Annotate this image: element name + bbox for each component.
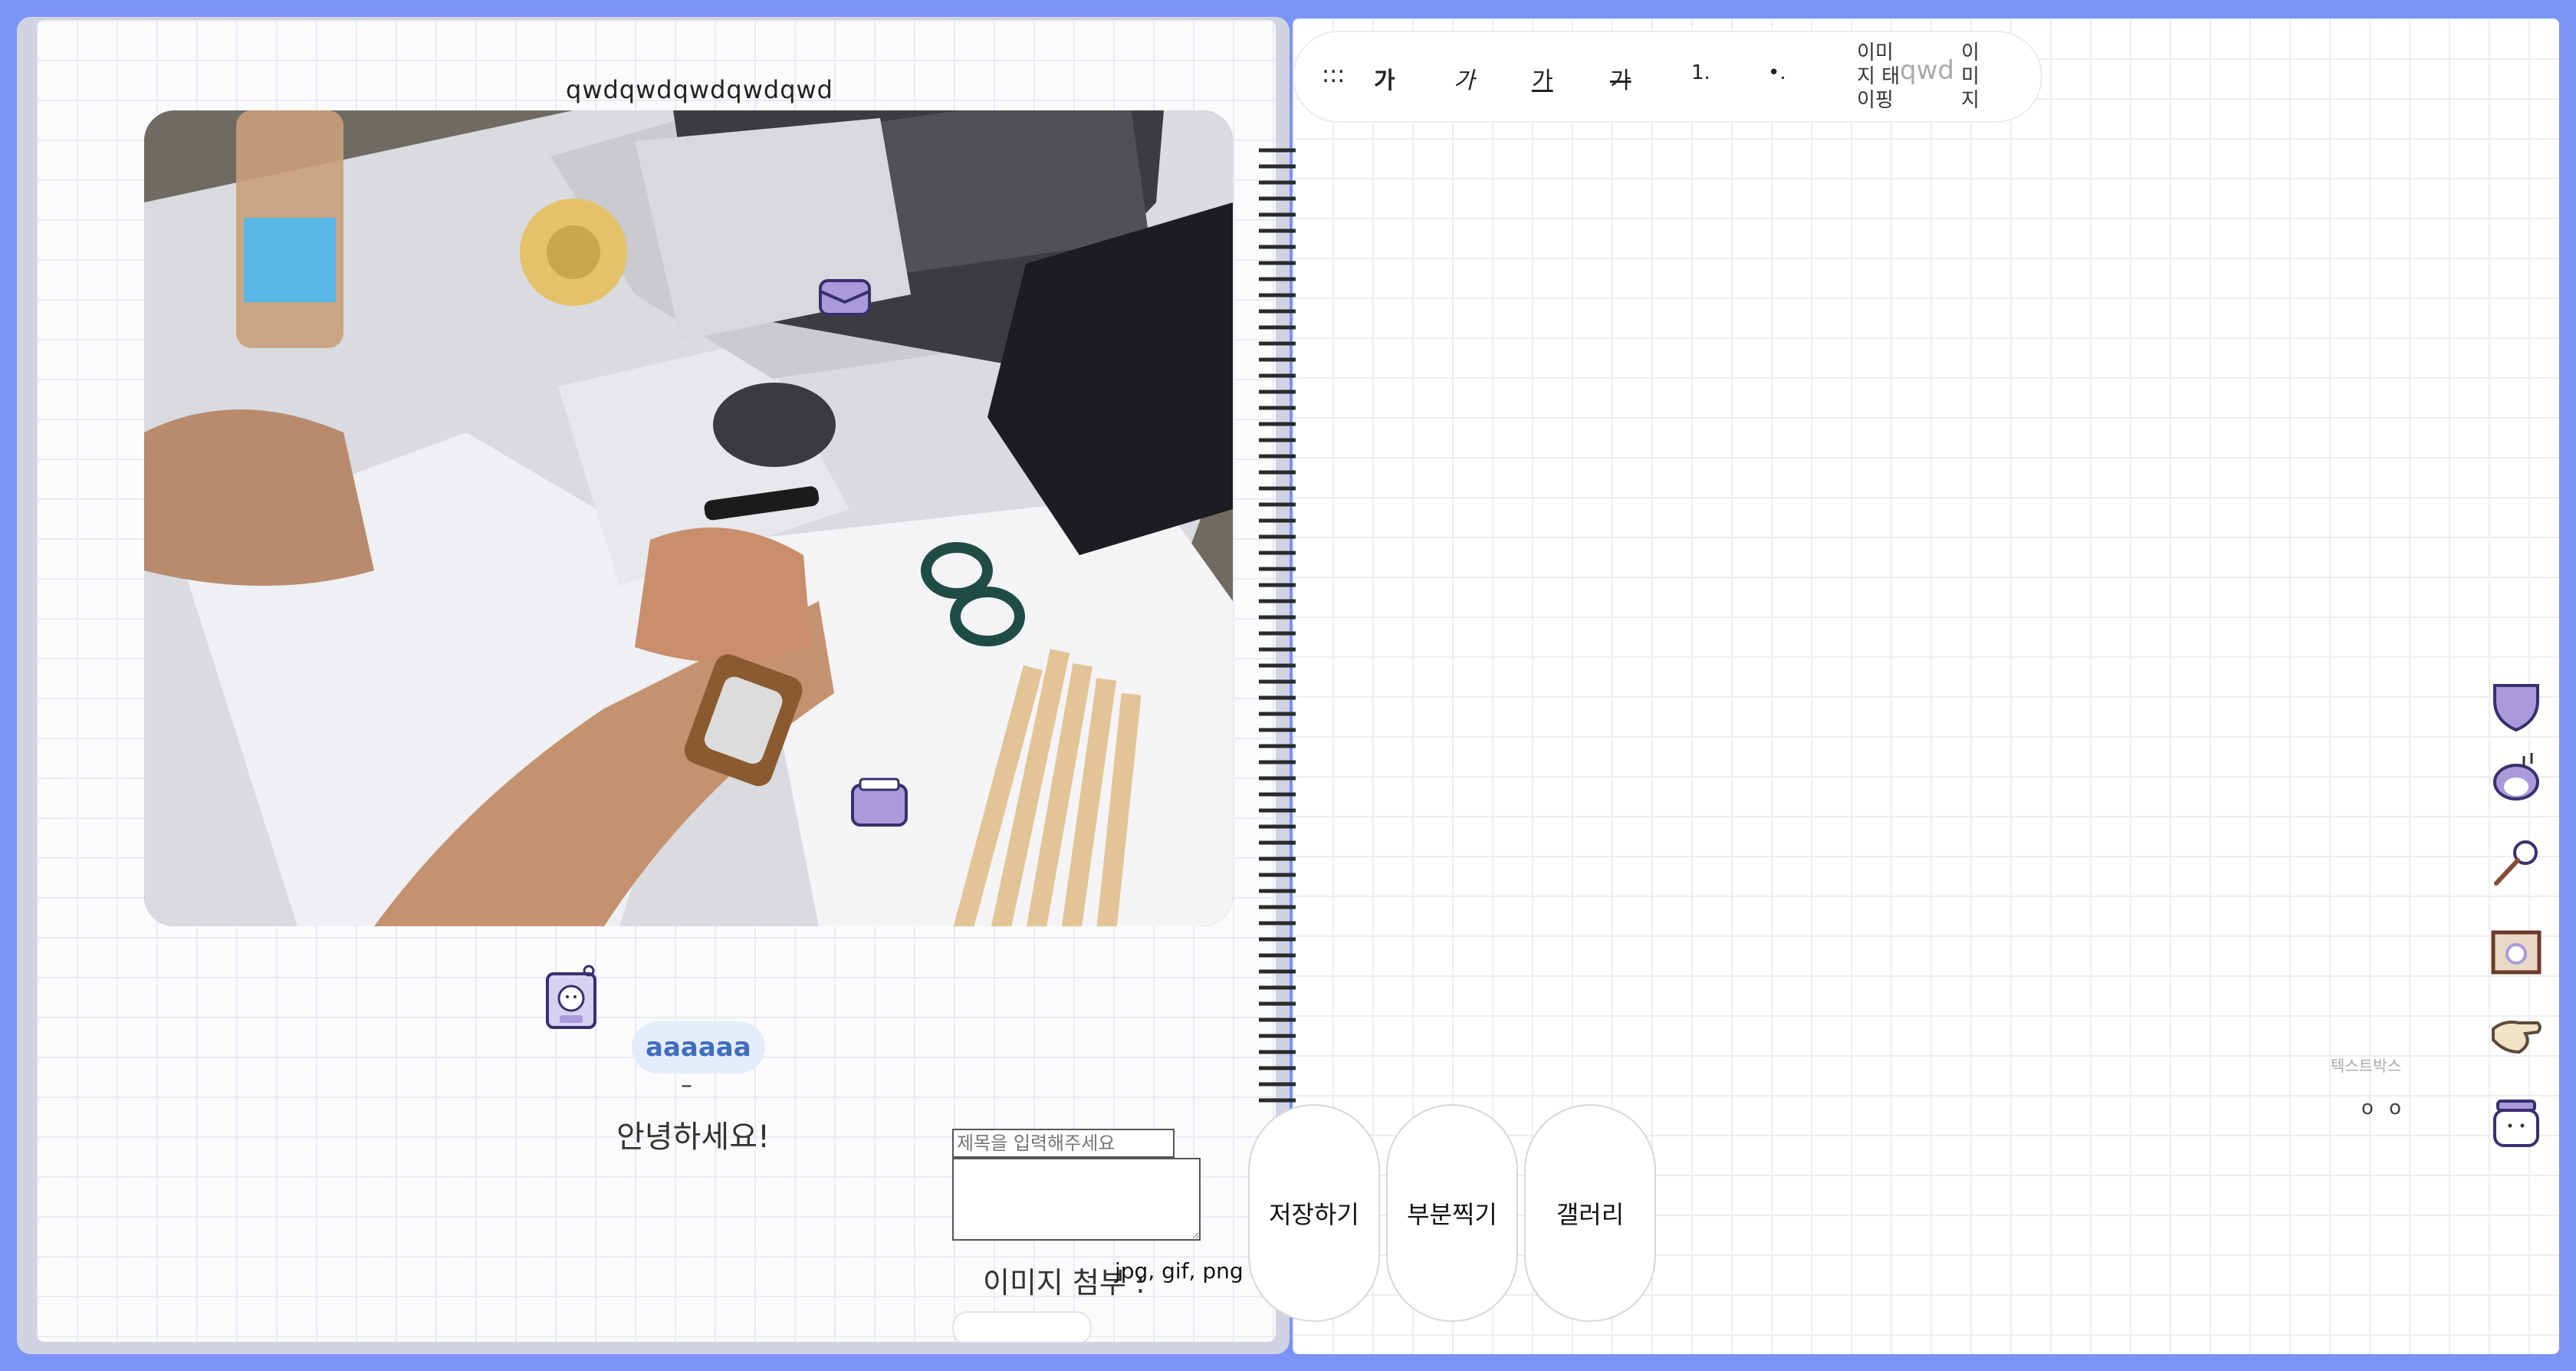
italic-button[interactable]: 가 <box>1454 61 1475 95</box>
greeting-text: 안녕하세요! <box>616 1119 770 1155</box>
body-textarea[interactable] <box>952 1158 1201 1241</box>
file-upload-button[interactable] <box>952 1311 1092 1342</box>
spiral-binding <box>1259 148 1296 1103</box>
music-cat-sticker-icon[interactable] <box>2489 748 2544 804</box>
textbox-handle[interactable]: o o <box>2361 1096 2406 1119</box>
bold-button[interactable]: 가 <box>1374 61 1395 95</box>
folder-sticker <box>851 778 908 827</box>
microphone-sticker-icon[interactable] <box>2489 836 2544 891</box>
save-button[interactable]: 저장하기 <box>1248 1104 1380 1322</box>
pointing-hand-sticker-icon[interactable] <box>2489 1006 2544 1061</box>
gallery-button[interactable]: 갤러리 <box>1524 1104 1656 1322</box>
diary-title: qwdqwdqwdqwdqwd <box>566 75 833 104</box>
sample-text: qwd <box>1900 55 1954 86</box>
profile-badge-icon <box>546 965 596 1029</box>
capture-button[interactable]: 부분찍기 <box>1386 1104 1518 1322</box>
image-tagging-button[interactable]: 이미지 태이핑 <box>1857 41 1903 113</box>
bullet-list-button[interactable]: •. <box>1768 61 1786 84</box>
strikethrough-button[interactable]: 가 <box>1610 61 1631 95</box>
drag-handle-icon[interactable]: ::: <box>1322 61 1345 88</box>
ordered-list-button[interactable]: 1. <box>1691 61 1710 84</box>
shield-sticker-icon[interactable] <box>2489 682 2544 738</box>
divider-dash: – <box>681 1072 692 1099</box>
text-format-toolbar: ::: 가 가 가 가 1. •. 이미지 태이핑 qwd 이미지 <box>1293 31 2042 123</box>
author-name: aaaaaa <box>632 1021 765 1073</box>
diary-photo <box>144 110 1233 926</box>
left-page: qwdqwdqwdqwdqwd aaaaaa – 안녕하세요! 제목을 입력해주… <box>37 20 1276 1342</box>
jar-sticker-icon[interactable] <box>2489 1095 2544 1150</box>
image-button[interactable]: 이미지 <box>1961 41 1984 113</box>
title-input[interactable] <box>952 1129 1175 1158</box>
purse-sticker <box>819 279 871 316</box>
desk-photo-illustration <box>144 110 1233 926</box>
textbox-label: 텍스트박스 <box>2331 1057 2401 1075</box>
framed-picture-sticker-icon[interactable] <box>2489 925 2544 980</box>
underline-button[interactable]: 가 <box>1532 61 1553 95</box>
